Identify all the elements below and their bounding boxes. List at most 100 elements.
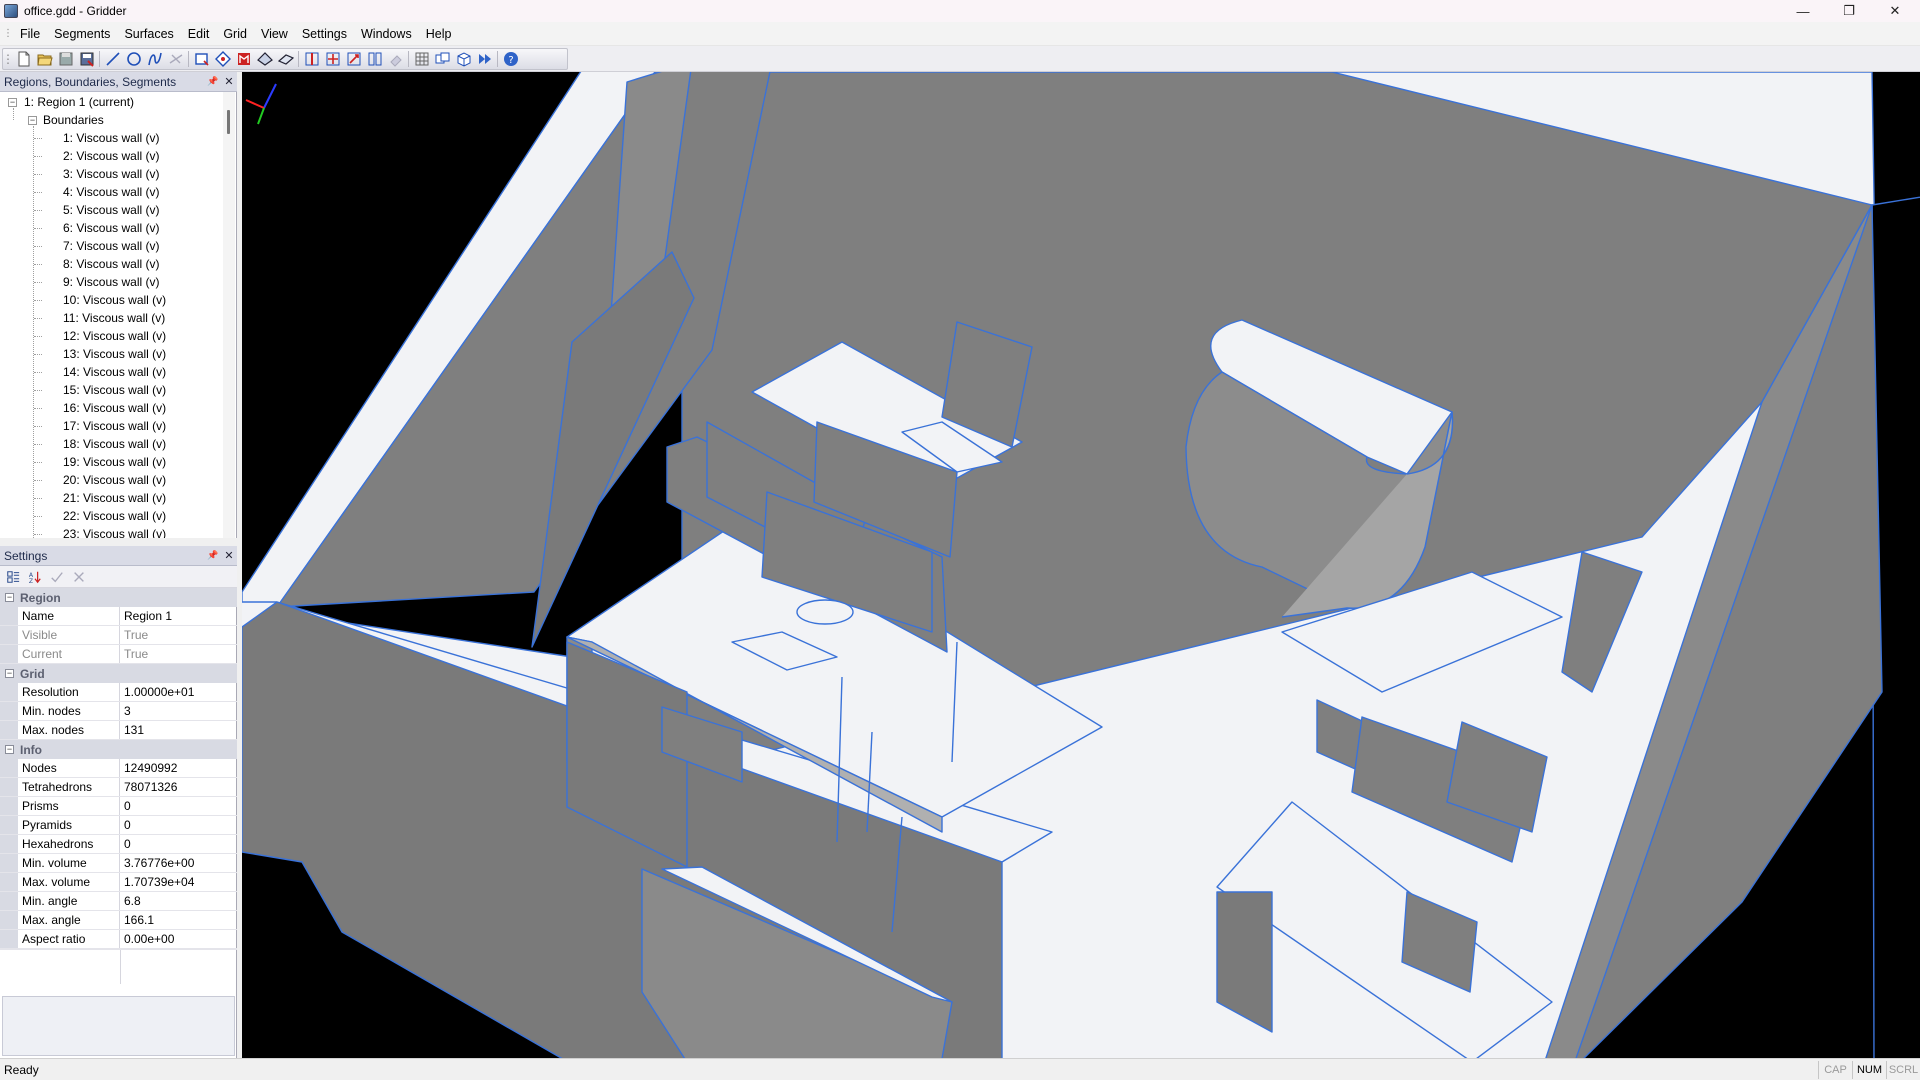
property-row[interactable]: Nodes 12490992 <box>0 759 237 778</box>
apply-disabled-icon[interactable] <box>48 568 66 586</box>
arc-disabled-icon[interactable] <box>165 49 186 69</box>
help-icon[interactable]: ? <box>500 49 521 69</box>
grid-view-icon[interactable] <box>432 49 453 69</box>
property-value[interactable]: 1.00000e+01 <box>120 683 237 701</box>
property-row[interactable]: Resolution 1.00000e+01 <box>0 683 237 702</box>
property-value[interactable]: 0.00e+00 <box>120 930 237 948</box>
tree-item-boundary[interactable]: 12: Viscous wall (v) <box>63 327 166 345</box>
property-row[interactable]: Max. angle 166.1 <box>0 911 237 930</box>
box-view-icon[interactable] <box>453 49 474 69</box>
property-value[interactable]: 0 <box>120 835 237 853</box>
tree-item-boundary[interactable]: 15: Viscous wall (v) <box>63 381 166 399</box>
tree-item-boundary[interactable]: 13: Viscous wall (v) <box>63 345 166 363</box>
tree-item-boundary[interactable]: 4: Viscous wall (v) <box>63 183 159 201</box>
property-row[interactable]: Tetrahedrons 78071326 <box>0 778 237 797</box>
property-row[interactable]: Min. nodes 3 <box>0 702 237 721</box>
property-row[interactable]: Pyramids 0 <box>0 816 237 835</box>
tree-item-boundary[interactable]: 23: Viscous wall (v) <box>63 525 166 538</box>
tree-item-boundary[interactable]: 1: Viscous wall (v) <box>63 129 159 147</box>
tree-item-boundary[interactable]: 10: Viscous wall (v) <box>63 291 166 309</box>
property-row[interactable]: Min. angle 6.8 <box>0 892 237 911</box>
spline-segment-icon[interactable] <box>144 49 165 69</box>
menu-grid[interactable]: Grid <box>216 22 254 46</box>
tree-item-boundary[interactable]: 21: Viscous wall (v) <box>63 489 166 507</box>
revolve-surface-icon[interactable] <box>233 49 254 69</box>
circle-segment-icon[interactable] <box>123 49 144 69</box>
open-folder-icon[interactable] <box>34 49 55 69</box>
property-value[interactable]: 3 <box>120 702 237 720</box>
3d-viewport[interactable] <box>242 72 1920 1058</box>
property-value[interactable]: 166.1 <box>120 911 237 929</box>
play-icon[interactable] <box>474 49 495 69</box>
property-category[interactable]: − Info <box>0 740 237 759</box>
menu-edit[interactable]: Edit <box>181 22 217 46</box>
tree-item-boundary[interactable]: 2: Viscous wall (v) <box>63 147 159 165</box>
property-row[interactable]: Visible True <box>0 626 237 645</box>
tree-item-boundary[interactable]: 9: Viscous wall (v) <box>63 273 159 291</box>
tree-scrollbar[interactable] <box>223 92 235 538</box>
tree-item-boundary[interactable]: 16: Viscous wall (v) <box>63 399 166 417</box>
menu-file[interactable]: File <box>13 22 47 46</box>
tree-item-region[interactable]: 1: Region 1 (current) <box>24 93 134 111</box>
pin-icon[interactable]: 📌 <box>205 550 221 561</box>
generate-grid-icon[interactable] <box>411 49 432 69</box>
tree-item-boundary[interactable]: 11: Viscous wall (v) <box>63 309 165 327</box>
property-row[interactable]: Hexahedrons 0 <box>0 835 237 854</box>
minimize-button[interactable]: — <box>1780 0 1826 22</box>
move-icon[interactable] <box>322 49 343 69</box>
tree-item-boundary[interactable]: 22: Viscous wall (v) <box>63 507 166 525</box>
property-row[interactable]: Aspect ratio 0.00e+00 <box>0 930 237 949</box>
menu-settings[interactable]: Settings <box>295 22 354 46</box>
property-value[interactable]: Region 1 <box>120 607 237 625</box>
tree-item-boundaries[interactable]: Boundaries <box>43 111 104 129</box>
extrude-surface-icon[interactable] <box>212 49 233 69</box>
property-value[interactable]: 3.76776e+00 <box>120 854 237 872</box>
tree-item-boundary[interactable]: 20: Viscous wall (v) <box>63 471 166 489</box>
close-button[interactable]: ✕ <box>1872 0 1918 22</box>
tree-item-boundary[interactable]: 19: Viscous wall (v) <box>63 453 166 471</box>
restore-button[interactable]: ❐ <box>1826 0 1872 22</box>
property-category[interactable]: − Region <box>0 588 237 607</box>
menu-view[interactable]: View <box>254 22 295 46</box>
property-row[interactable]: Name Region 1 <box>0 607 237 626</box>
menu-surfaces[interactable]: Surfaces <box>117 22 180 46</box>
menu-windows[interactable]: Windows <box>354 22 419 46</box>
tree-item-boundary[interactable]: 7: Viscous wall (v) <box>63 237 159 255</box>
property-row[interactable]: Max. nodes 131 <box>0 721 237 740</box>
regions-tree[interactable]: − 1: Region 1 (current) − Boundaries 1: … <box>0 92 224 538</box>
menu-segments[interactable]: Segments <box>47 22 117 46</box>
menu-help[interactable]: Help <box>419 22 459 46</box>
save-icon[interactable] <box>55 49 76 69</box>
property-value[interactable]: 0 <box>120 816 237 834</box>
tree-item-boundary[interactable]: 17: Viscous wall (v) <box>63 417 166 435</box>
property-row[interactable]: Prisms 0 <box>0 797 237 816</box>
property-row[interactable]: Min. volume 3.76776e+00 <box>0 854 237 873</box>
cancel-disabled-icon[interactable] <box>70 568 88 586</box>
erase-disabled-icon[interactable] <box>385 49 406 69</box>
create-surface-icon[interactable] <box>191 49 212 69</box>
property-value[interactable]: 131 <box>120 721 237 739</box>
split-icon[interactable] <box>301 49 322 69</box>
scrollbar-thumb[interactable] <box>227 110 230 134</box>
panel-close-icon[interactable]: ✕ <box>221 75 237 88</box>
mirror-icon[interactable] <box>364 49 385 69</box>
tree-item-boundary[interactable]: 8: Viscous wall (v) <box>63 255 159 273</box>
property-category[interactable]: − Grid <box>0 664 237 683</box>
property-value[interactable]: 78071326 <box>120 778 237 796</box>
category-collapse-icon[interactable]: − <box>5 593 14 602</box>
property-value[interactable]: 6.8 <box>120 892 237 910</box>
category-collapse-icon[interactable]: − <box>5 669 14 678</box>
line-segment-icon[interactable] <box>102 49 123 69</box>
tree-item-boundary[interactable]: 18: Viscous wall (v) <box>63 435 166 453</box>
office-scene[interactable] <box>242 72 1920 1058</box>
save-as-icon[interactable] <box>76 49 97 69</box>
panel-close-icon[interactable]: ✕ <box>221 549 237 562</box>
tree-collapse-icon[interactable]: − <box>8 98 17 107</box>
tree-collapse-icon[interactable]: − <box>28 116 37 125</box>
new-file-icon[interactable] <box>13 49 34 69</box>
scale-icon[interactable] <box>343 49 364 69</box>
tree-item-boundary[interactable]: 6: Viscous wall (v) <box>63 219 159 237</box>
sweep-surface-icon[interactable] <box>254 49 275 69</box>
property-row[interactable]: Max. volume 1.70739e+04 <box>0 873 237 892</box>
property-row[interactable]: Current True <box>0 645 237 664</box>
